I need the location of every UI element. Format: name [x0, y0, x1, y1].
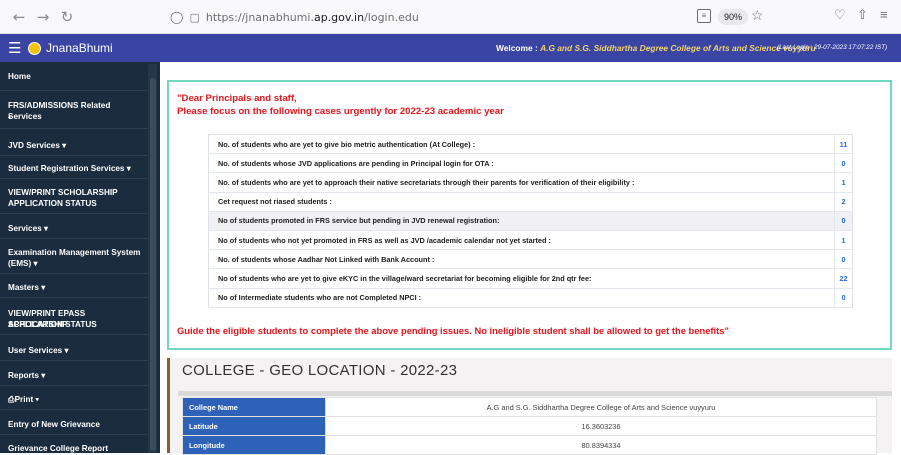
geo-key: Longitude [182, 435, 326, 455]
sidebar-item-scholarship-status[interactable]: VIEW/PRINT SCHOLARSHIP [8, 187, 144, 198]
lock-icon[interactable]: ▢ [189, 11, 199, 24]
sidebar-divider [0, 213, 148, 214]
row-label: No of students promoted in FRS service b… [208, 211, 835, 231]
row-count-link[interactable]: 0 [834, 211, 853, 231]
forward-arrow-icon[interactable]: → [32, 6, 54, 28]
table-row: Longitude 80.8394334 [182, 435, 877, 455]
geo-divider [178, 391, 892, 396]
url-domain: ap.gov.in [313, 10, 365, 24]
table-row: Latitude 16.3603236 [182, 416, 877, 436]
pocket-icon[interactable]: ♡ [834, 7, 846, 23]
sidebar-item-user-services[interactable]: User Services ▾ [8, 345, 144, 356]
row-count-link[interactable]: 1 [834, 230, 853, 251]
geo-value: A.G and S.G. Siddhartha Degree College o… [325, 397, 877, 417]
table-row: No. of students who are yet to give bio … [208, 134, 853, 155]
sidebar-item-grievance-report[interactable]: Grievance College Report [8, 443, 144, 454]
reader-view-icon[interactable]: ≡ [697, 9, 711, 23]
table-row: No of students who are yet to give eKYC … [208, 268, 853, 289]
geo-location-title: COLLEGE - GEO LOCATION - 2022-23 [182, 362, 458, 379]
shield-icon[interactable]: ◯ [170, 10, 183, 24]
hamburger-menu-icon[interactable]: ☰ [8, 39, 21, 57]
sidebar-item-scholarship-status-line2[interactable]: APPLICATION STATUS [8, 198, 144, 209]
url-path: /login.edu [364, 10, 419, 24]
row-label: No of students who not yet promoted in F… [208, 230, 835, 251]
row-label: No. of students whose Aadhar Not Linked … [208, 249, 835, 270]
sidebar-item-student-registration[interactable]: Student Registration Services ▾ [8, 163, 144, 174]
sidebar-item-services[interactable]: Services ▾ [8, 223, 144, 234]
row-count-link[interactable]: 2 [834, 192, 853, 212]
sidebar-item-epass-status-line2[interactable]: APPLICATION STATUS [8, 319, 144, 330]
geo-value: 16.3603236 [325, 416, 877, 436]
notice-footer: Guide the eligible students to complete … [177, 325, 729, 336]
sidebar-item-print[interactable]: ⎙Print ▾ [8, 394, 144, 405]
sidebar-divider [0, 90, 148, 91]
browser-toolbar [0, 0, 901, 34]
back-arrow-icon[interactable]: ← [8, 6, 30, 28]
notice-greeting: "Dear Principals and staff, [177, 93, 297, 104]
row-count-link[interactable]: 1 [834, 172, 853, 193]
notice-heading: Please focus on the following cases urge… [177, 106, 504, 117]
address-bar[interactable]: ◯ ▢ https://jnanabhumi. ap.gov.in/login.e… [170, 6, 419, 28]
row-label: No of students who are yet to give eKYC … [208, 268, 835, 289]
table-row: No. of students whose JVD applications a… [208, 153, 853, 174]
row-count-link[interactable]: 0 [834, 153, 853, 174]
url-prefix: https://jnanabhumi. [205, 10, 314, 24]
sidebar-divider [0, 409, 148, 410]
sidebar-scrollbar-thumb[interactable] [150, 78, 156, 451]
sidebar-divider [0, 273, 148, 274]
table-row: No. of students whose Aadhar Not Linked … [208, 249, 853, 270]
welcome-label: Welcome : [496, 43, 541, 53]
table-row: No. of students who are yet to approach … [208, 172, 853, 193]
table-row: No of students who not yet promoted in F… [208, 230, 853, 251]
table-row: Cet request not riased students :2 [208, 192, 853, 212]
sidebar-divider [0, 297, 148, 298]
sidebar-item-print-label: Print ▾ [14, 395, 39, 404]
sidebar-divider [0, 434, 148, 435]
table-row: No of Intermediate students who are not … [208, 288, 853, 308]
browser-menu-icon[interactable]: ≡ [880, 7, 888, 22]
row-label: No of Intermediate students who are not … [208, 288, 835, 308]
row-label: No. of students who are yet to approach … [208, 172, 835, 193]
welcome-college-name: A.G and S.G. Siddhartha Degree College o… [540, 43, 816, 53]
row-label: Cet request not riased students : [208, 192, 835, 212]
sidebar-item-reports[interactable]: Reports ▾ [8, 370, 144, 381]
app-title[interactable]: JnanaBhumi [46, 41, 113, 55]
table-row: No of students promoted in FRS service b… [208, 211, 853, 231]
row-label: No. of students who are yet to give bio … [208, 134, 835, 155]
sidebar-divider [0, 360, 148, 361]
sidebar-divider [0, 334, 148, 335]
sidebar-item-jvd-services[interactable]: JVD Services ▾ [8, 140, 144, 151]
sidebar-divider [0, 178, 148, 179]
row-count-link[interactable]: 0 [834, 288, 853, 308]
reload-icon[interactable]: ↻ [56, 6, 78, 28]
row-count-link[interactable]: 11 [834, 134, 853, 155]
welcome-text: Welcome : A.G and S.G. Siddhartha Degree… [496, 43, 816, 53]
table-row: College Name A.G and S.G. Siddhartha Degr… [182, 397, 877, 417]
sidebar-item-masters[interactable]: Masters ▾ [8, 282, 144, 293]
zoom-level-badge[interactable]: 90% [718, 9, 749, 25]
sidebar-item-frs-admissions-caret[interactable]: • [8, 112, 144, 123]
bookmark-star-icon[interactable]: ☆ [751, 7, 764, 24]
row-count-link[interactable]: 22 [834, 268, 853, 289]
sidebar-item-exam-management[interactable]: Examination Management System [8, 247, 144, 258]
logo-icon [28, 42, 41, 55]
sidebar-divider [0, 155, 148, 156]
sidebar-divider [0, 238, 148, 239]
sidebar-item-home[interactable]: Home [8, 71, 144, 82]
geo-value: 80.8394334 [325, 435, 877, 455]
sidebar-divider [0, 128, 148, 129]
last-login-text: (Last Login : 29-07-2023 17:07:22 IST) [777, 44, 888, 51]
sidebar-item-exam-management-line2[interactable]: (EMS) ▾ [8, 258, 144, 269]
row-count-link[interactable]: 0 [834, 249, 853, 270]
geo-key: Latitude [182, 416, 326, 436]
pending-cases-table: No. of students who are yet to give bio … [208, 134, 853, 308]
sidebar-item-new-grievance[interactable]: Entry of New Grievance [8, 419, 144, 430]
share-icon[interactable]: ⇧ [857, 7, 868, 23]
row-label: No. of students whose JVD applications a… [208, 153, 835, 174]
sidebar-divider [0, 385, 148, 386]
geo-key: College Name [182, 397, 326, 417]
geo-location-table: College Name A.G and S.G. Siddhartha Degr… [182, 397, 877, 455]
